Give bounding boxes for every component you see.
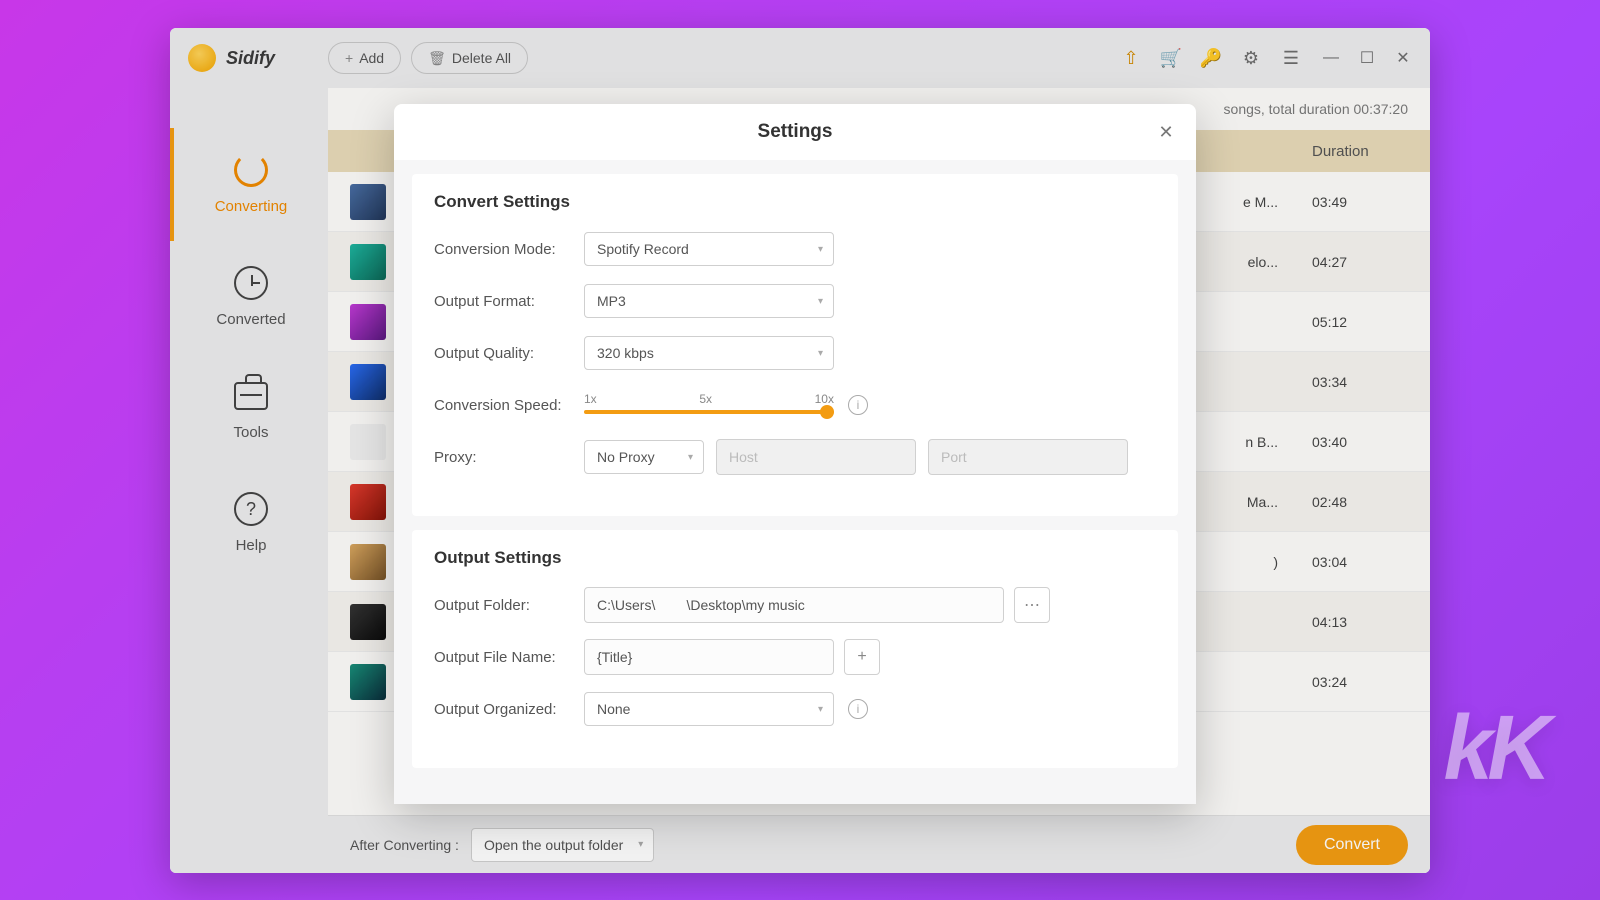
chevron-down-icon: ▾ [688, 452, 693, 463]
speed-max: 10x [815, 392, 834, 406]
speed-min: 1x [584, 392, 597, 406]
output-folder-input[interactable] [584, 587, 1004, 623]
chevron-down-icon: ▾ [818, 244, 823, 255]
output-organized-select[interactable]: None ▾ [584, 692, 834, 726]
conversion-mode-value: Spotify Record [597, 241, 689, 257]
chevron-down-icon: ▾ [818, 348, 823, 359]
app-window: Sidify + Add 🗑 Delete All ⇧ 🛒 🔑 ⚙ ☰ — ☐ … [170, 28, 1430, 873]
modal-body: Convert Settings Conversion Mode: Spotif… [394, 160, 1196, 804]
plus-icon: + [857, 648, 866, 666]
output-filename-input[interactable] [584, 639, 834, 675]
info-icon[interactable]: i [848, 395, 868, 415]
output-format-select[interactable]: MP3 ▾ [584, 284, 834, 318]
output-format-value: MP3 [597, 293, 626, 309]
proxy-select[interactable]: No Proxy ▾ [584, 440, 704, 474]
proxy-value: No Proxy [597, 449, 655, 465]
modal-close-button[interactable]: ✕ [1152, 118, 1180, 146]
convert-settings-panel: Convert Settings Conversion Mode: Spotif… [412, 174, 1178, 516]
convert-settings-heading: Convert Settings [434, 192, 1156, 212]
conversion-mode-label: Conversion Mode: [434, 241, 584, 258]
slider-thumb[interactable] [820, 405, 834, 419]
modal-header: Settings ✕ [394, 104, 1196, 160]
output-folder-label: Output Folder: [434, 597, 584, 614]
output-organized-label: Output Organized: [434, 701, 584, 718]
output-format-label: Output Format: [434, 293, 584, 310]
output-filename-label: Output File Name: [434, 649, 584, 666]
conversion-mode-select[interactable]: Spotify Record ▾ [584, 232, 834, 266]
conversion-speed-slider[interactable]: 1x 5x 10x [584, 396, 834, 414]
speed-mid: 5x [699, 392, 712, 406]
chevron-down-icon: ▾ [818, 296, 823, 307]
proxy-host-input[interactable] [716, 439, 916, 475]
output-quality-label: Output Quality: [434, 345, 584, 362]
output-quality-value: 320 kbps [597, 345, 654, 361]
output-quality-select[interactable]: 320 kbps ▾ [584, 336, 834, 370]
proxy-label: Proxy: [434, 449, 584, 466]
add-filename-token-button[interactable]: + [844, 639, 880, 675]
browse-folder-button[interactable]: ⋯ [1014, 587, 1050, 623]
output-settings-panel: Output Settings Output Folder: ⋯ Output … [412, 530, 1178, 768]
proxy-port-input[interactable] [928, 439, 1128, 475]
settings-modal: Settings ✕ Convert Settings Conversion M… [394, 104, 1196, 804]
output-settings-heading: Output Settings [434, 548, 1156, 568]
output-organized-value: None [597, 701, 630, 717]
close-icon: ✕ [1158, 122, 1173, 143]
chevron-down-icon: ▾ [818, 704, 823, 715]
info-icon[interactable]: i [848, 699, 868, 719]
modal-title: Settings [758, 121, 833, 143]
watermark: ᵏᴷ [1440, 690, 1540, 840]
conversion-speed-label: Conversion Speed: [434, 397, 584, 414]
ellipsis-icon: ⋯ [1024, 595, 1040, 615]
